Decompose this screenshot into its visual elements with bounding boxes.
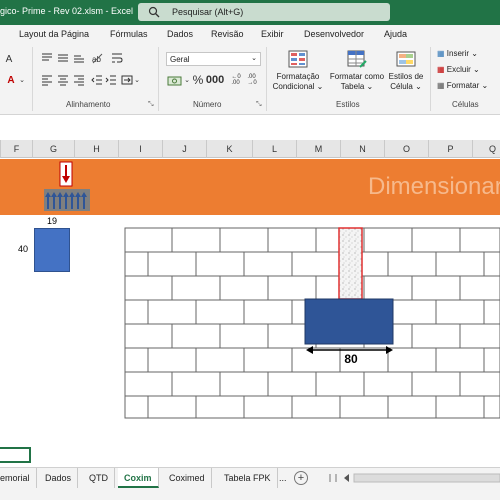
- more-sheets-button[interactable]: ...: [279, 468, 287, 488]
- sheet-tab-tabela-fpk[interactable]: Tabela FPK: [218, 468, 278, 488]
- sheet-tab-memorial[interactable]: emorial: [0, 468, 37, 488]
- sheet-tab-bar: emorial Dados QTD Coxim Coximed Tabela F…: [0, 467, 500, 500]
- sheet-tab-dados[interactable]: Dados: [39, 468, 79, 488]
- brick-wall-drawing[interactable]: 80: [0, 0, 500, 500]
- add-sheet-icon[interactable]: +: [294, 471, 308, 485]
- sheet-tab-coxim[interactable]: Coxim: [118, 468, 159, 488]
- bearing-pad-shape[interactable]: [304, 298, 394, 345]
- dimension-label-80: 80: [344, 352, 358, 366]
- horizontal-scrollbar[interactable]: [326, 472, 500, 484]
- sheet-tab-coximed[interactable]: Coximed: [163, 468, 212, 488]
- sheet-tab-qtd[interactable]: QTD: [83, 468, 115, 488]
- excel-window: gico- Prime - Rev 02.xlsm - Excel Pesqui…: [0, 0, 500, 500]
- concrete-column-shape[interactable]: [338, 227, 363, 300]
- selected-cell[interactable]: [0, 447, 31, 463]
- scroll-left-icon: [344, 474, 349, 482]
